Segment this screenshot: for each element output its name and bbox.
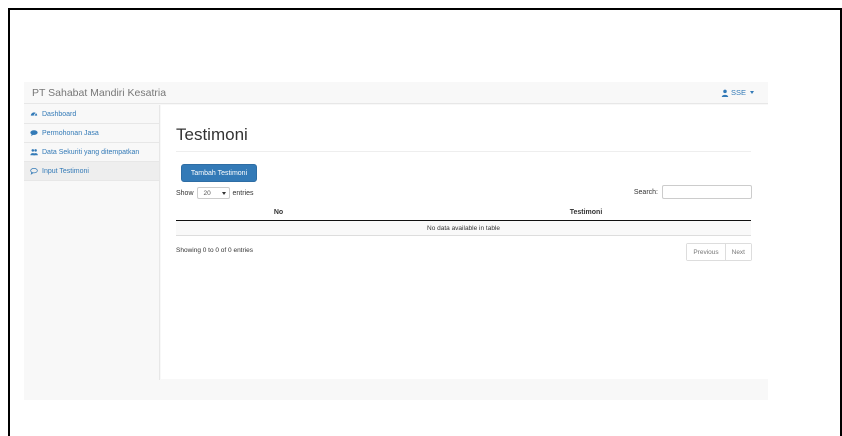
sidebar: Dashboard Permohonan Jasa Data Sekuriti … (24, 105, 160, 380)
entries-length-value: 20 (203, 189, 211, 197)
entries-label: entries (232, 189, 254, 197)
column-header-testimoni[interactable]: Testimoni (381, 209, 751, 216)
show-label: Show (176, 189, 194, 197)
sidebar-item-data-sekuriti[interactable]: Data Sekuriti yang ditempatkan (24, 143, 159, 162)
add-testimoni-button[interactable]: Tambah Testimoni (181, 164, 257, 182)
previous-page-button[interactable]: Previous (687, 244, 725, 260)
users-icon (30, 149, 38, 156)
table-empty-row: No data available in table (176, 221, 751, 236)
table-header: No Testimoni (176, 205, 751, 221)
table-search: Search: (634, 185, 752, 199)
main-content: Testimoni Tambah Testimoni Show 20 entri… (161, 105, 768, 379)
page-title: Testimoni (176, 125, 248, 144)
column-header-no[interactable]: No (176, 209, 381, 216)
chat-bubble-icon (30, 168, 38, 175)
sidebar-item-label: Dashboard (42, 110, 77, 118)
user-icon (721, 89, 729, 97)
comment-icon (30, 130, 38, 137)
next-page-button[interactable]: Next (724, 244, 751, 260)
sidebar-item-label: Permohonan Jasa (42, 129, 99, 137)
select-arrow-icon (221, 191, 226, 195)
sidebar-item-dashboard[interactable]: Dashboard (24, 105, 159, 124)
app-container: PT Sahabat Mandiri Kesatria SSE Dashboar… (24, 82, 768, 400)
search-label: Search: (633, 188, 658, 196)
search-input[interactable] (662, 185, 752, 199)
user-name: SSE (730, 88, 746, 97)
user-menu-dropdown[interactable]: SSE (721, 88, 754, 97)
brand-title[interactable]: PT Sahabat Mandiri Kesatria (32, 87, 166, 99)
caret-down-icon (750, 91, 754, 94)
sidebar-item-permohonan-jasa[interactable]: Permohonan Jasa (24, 124, 159, 143)
entries-length-select[interactable]: 20 (196, 187, 230, 199)
sidebar-item-input-testimoni[interactable]: Input Testimoni (24, 162, 159, 181)
table-info: Showing 0 to 0 of 0 entries (176, 247, 253, 254)
entries-length-control: Show 20 entries (176, 187, 254, 199)
top-navbar: PT Sahabat Mandiri Kesatria SSE (24, 82, 768, 104)
title-divider (176, 151, 751, 152)
testimoni-table: No Testimoni No data available in table (176, 205, 751, 236)
sidebar-item-label: Data Sekuriti yang ditempatkan (42, 148, 140, 156)
pagination: Previous Next (686, 243, 752, 261)
dashboard-icon (30, 112, 38, 116)
sidebar-item-label: Input Testimoni (42, 167, 89, 175)
